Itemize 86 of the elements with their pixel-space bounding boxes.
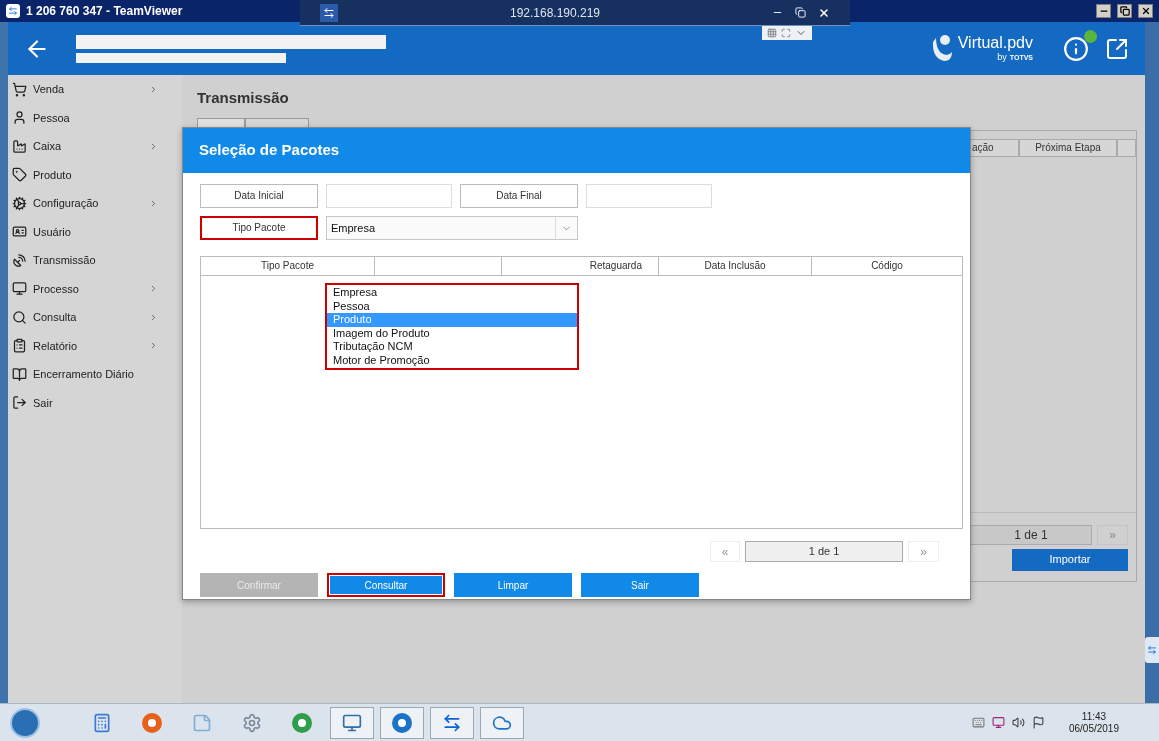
status-badge xyxy=(1084,29,1097,43)
info-icon[interactable] xyxy=(1063,35,1089,62)
clock-date: 06/05/2019 xyxy=(1068,722,1119,735)
page-title: Transmissão xyxy=(197,88,290,108)
sidebar-item[interactable]: Pessoa xyxy=(8,103,182,132)
sidebar-item[interactable]: Sair xyxy=(8,388,182,417)
date-input-field[interactable] xyxy=(586,184,712,208)
column-header: Retaguarda xyxy=(501,257,658,275)
page-indicator: 1 de 1 xyxy=(970,524,1092,545)
notepad-icon xyxy=(192,712,212,733)
cart-icon xyxy=(12,81,27,97)
taskbar-button[interactable] xyxy=(480,706,524,739)
sidebar-item[interactable]: Processo xyxy=(8,274,182,303)
taskbar-button[interactable] xyxy=(430,706,474,739)
dialog-button[interactable]: Limpar xyxy=(454,573,572,597)
sidebar-item[interactable]: Venda xyxy=(8,75,182,104)
sidebar-item[interactable]: Caixa xyxy=(8,132,182,161)
close-icon[interactable] xyxy=(818,6,830,19)
id-card-icon xyxy=(12,224,27,240)
exit-icon xyxy=(12,395,27,411)
column-header: Tipo Pacote xyxy=(260,259,315,273)
flag-icon[interactable] xyxy=(1031,716,1045,729)
tag-icon xyxy=(12,167,27,183)
logo-by-text: by xyxy=(997,53,1007,62)
gear-icon xyxy=(242,712,262,733)
dropdown-option[interactable]: Tributação NCM xyxy=(327,340,577,354)
window-title: 1 206 760 347 - TeamViewer xyxy=(26,3,183,20)
person-icon xyxy=(12,110,27,126)
remote-address: 192.168.190.219 xyxy=(508,4,602,22)
dialog-button[interactable]: Sair xyxy=(581,573,699,597)
package-type-select[interactable]: Empresa xyxy=(326,216,578,240)
factory-icon xyxy=(12,138,27,154)
dropdown-option[interactable]: Motor de Promoção xyxy=(327,353,577,367)
taskbar-button[interactable] xyxy=(330,706,374,739)
field-label: Data Final xyxy=(460,184,578,208)
taskbar-button[interactable] xyxy=(380,706,424,739)
sidebar-item[interactable]: Usuário xyxy=(8,217,182,246)
remote-view-menu[interactable] xyxy=(762,26,812,40)
dropdown-option[interactable]: Pessoa xyxy=(327,299,577,313)
monitor-icon[interactable] xyxy=(991,716,1005,729)
column-header: Código xyxy=(811,257,962,275)
dropdown-option[interactable]: Empresa xyxy=(327,286,577,300)
sidebar-item[interactable]: Produto xyxy=(8,160,182,189)
satellite-dish-icon xyxy=(12,252,27,268)
close-icon xyxy=(1140,6,1151,16)
tab[interactable] xyxy=(245,117,309,128)
monitor-icon xyxy=(12,281,27,297)
speaker-icon[interactable] xyxy=(1011,716,1025,729)
dialog-button[interactable]: Consultar xyxy=(327,573,445,597)
sidebar-item[interactable]: Transmissão xyxy=(8,246,182,275)
book-icon xyxy=(12,366,27,382)
calculator-icon xyxy=(92,712,112,733)
date-input-field[interactable] xyxy=(326,184,452,208)
grid-icon xyxy=(767,28,777,38)
sidebar-item[interactable]: Consulta xyxy=(8,303,182,332)
close-button[interactable] xyxy=(1138,4,1153,18)
restore-button[interactable] xyxy=(1117,4,1132,18)
import-button[interactable]: Importar xyxy=(1012,548,1128,571)
clock-time: 11:43 xyxy=(1081,710,1107,723)
teamviewer-icon xyxy=(6,4,20,18)
remote-control-icon xyxy=(442,712,462,733)
column-header: ação xyxy=(969,138,1019,157)
expand-icon[interactable] xyxy=(1105,36,1129,61)
sidebar-item[interactable]: Configuração xyxy=(8,189,182,218)
sidebar-item[interactable]: Encerramento Diário xyxy=(8,360,182,389)
sidebar-item[interactable]: Relatório xyxy=(8,331,182,360)
search-icon xyxy=(12,309,27,325)
start-button[interactable] xyxy=(10,707,40,738)
tab[interactable] xyxy=(197,117,245,128)
monitor-icon xyxy=(342,712,362,733)
column-header: Próxima Etapa xyxy=(1019,138,1117,157)
minimize-button[interactable] xyxy=(1096,4,1111,18)
pin-icon[interactable] xyxy=(320,3,338,22)
restore-icon xyxy=(1119,6,1130,16)
dropdown-option[interactable]: Imagem do Produto xyxy=(327,326,577,340)
field-label: Tipo Pacote xyxy=(200,216,318,240)
column-header: Data Inclusão xyxy=(658,257,811,275)
fullscreen-icon xyxy=(781,28,791,38)
field-label: Data Inicial xyxy=(200,184,318,208)
page-indicator: 1 de 1 xyxy=(745,541,903,562)
dialog-title: Seleção de Pacotes xyxy=(199,140,340,161)
restore-icon[interactable] xyxy=(795,7,806,18)
keyboard-icon[interactable] xyxy=(971,716,985,729)
clipboard-icon xyxy=(12,338,27,354)
gear-icon xyxy=(12,195,27,211)
logo-text: Virtual.pdv xyxy=(957,35,1033,51)
